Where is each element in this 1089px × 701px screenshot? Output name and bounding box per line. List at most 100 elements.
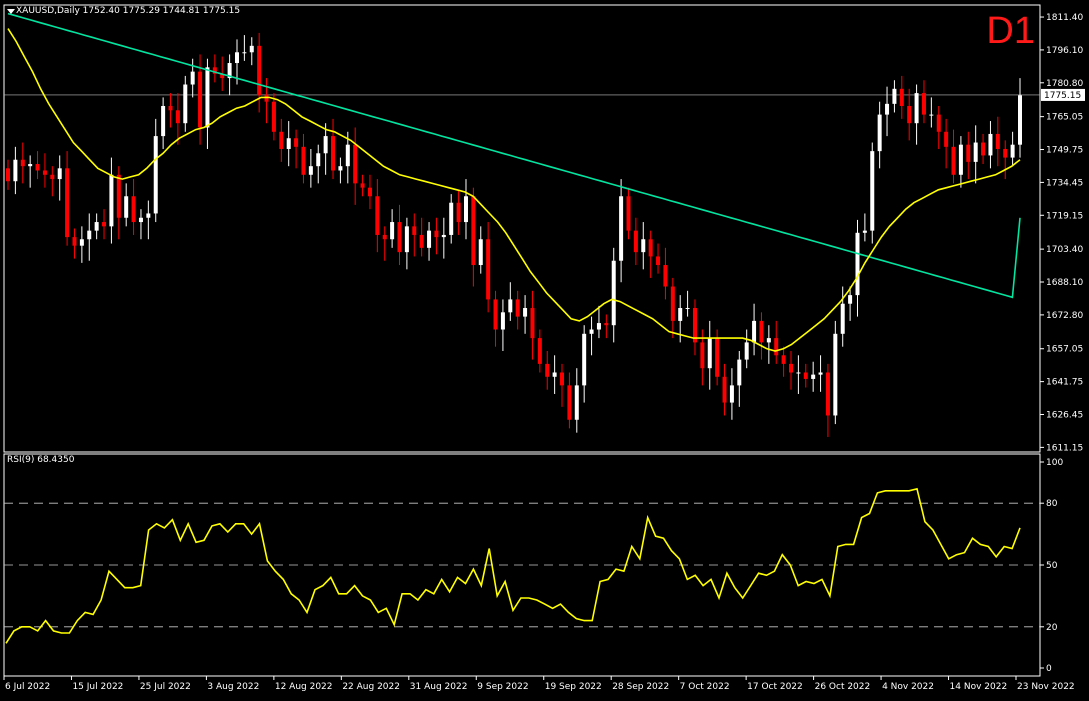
rsi-tick-label: 0 [1046,664,1052,674]
bull-candle [596,323,601,330]
bear-candle [72,237,77,246]
bear-candle [471,196,476,266]
bull-candle [109,174,114,227]
bull-candle [286,138,291,149]
bull-candle [914,93,919,124]
bear-candle [774,338,779,356]
bear-candle [921,93,926,115]
bear-candle [700,342,705,369]
chart-svg[interactable]: 1811.40 1796.10 1780.80 1765.05 1749.75 1734.… [0,0,1089,697]
bear-candle [116,174,121,218]
bear-candle [419,234,424,248]
date-tick-label: 7 Oct 2022 [680,682,730,692]
bull-candle [249,45,254,53]
bull-candle [449,202,454,235]
bull-candle [316,153,321,167]
date-tick-label: 6 Jul 2022 [5,682,50,692]
bear-candle [493,299,498,330]
bull-candle [153,136,158,214]
date-tick-label: 31 Aug 2022 [410,682,468,692]
bull-candle [500,312,505,330]
bull-candle [892,88,897,104]
bear-candle [759,320,764,343]
price-tick-label: 1626.45 [1046,410,1083,420]
bear-candle [670,286,675,321]
bull-candle [28,164,33,167]
bull-candle [611,260,616,326]
bull-candle [641,239,646,253]
bear-candle [271,101,276,132]
bull-candle [427,230,432,248]
bear-candle [382,234,387,240]
rsi-tick-label: 20 [1046,623,1058,633]
symbol-title: XAUUSD,Daily 1752.40 1775.29 1744.81 177… [16,6,241,16]
bull-candle [848,295,853,304]
bear-candle [803,372,808,379]
bull-candle [478,239,483,266]
bull-candle [589,329,594,334]
bear-candle [1003,148,1008,158]
bull-candle [988,133,993,156]
bear-candle [131,196,136,223]
bear-candle [825,372,830,416]
bull-candle [146,213,151,218]
bear-candle [936,114,941,132]
price-tick-label: 1811.40 [1046,13,1083,23]
price-tick-label: 1734.45 [1046,178,1083,188]
bear-candle [264,95,269,102]
bull-candle [183,84,188,124]
bull-candle [811,374,816,379]
price-tick-label: 1611.15 [1046,443,1083,453]
bull-candle [766,338,771,343]
bull-candle [885,103,890,115]
bear-candle [331,136,336,171]
bull-candle [161,106,166,137]
bear-candle [168,106,173,111]
price-tick-label: 1765.05 [1046,113,1083,123]
rsi-tick-label: 80 [1046,499,1058,509]
bear-candle [353,144,358,184]
bull-candle [752,320,757,343]
current-price-label: 1775.15 [1044,91,1081,101]
chart-window[interactable]: 1811.40 1796.10 1780.80 1765.05 1749.75 1734.… [0,0,1089,697]
bull-candle [552,372,557,377]
bear-candle [65,168,70,238]
bear-candle [626,196,631,231]
bear-candle [633,230,638,253]
bull-candle [574,385,579,420]
chart-menu-icon[interactable] [7,9,15,14]
bull-candle [929,114,934,116]
bull-candle [308,166,313,175]
bear-candle [434,230,439,238]
bear-candle [20,159,25,167]
bull-candle [833,333,838,416]
bull-candle [1018,95,1022,145]
date-tick-label: 9 Sep 2022 [477,682,528,692]
bear-candle [294,138,299,147]
bear-candle [995,133,1000,149]
date-tick-label: 14 Nov 2022 [950,682,1008,692]
bear-candle [715,338,720,377]
bull-candle [404,226,409,253]
price-tick-label: 1688.10 [1046,278,1083,288]
bear-candle [966,144,971,162]
bear-candle [899,88,904,107]
bull-candle [205,67,210,128]
date-tick-label: 19 Sep 2022 [545,682,602,692]
bear-candle [789,363,794,373]
bear-candle [944,131,949,147]
bear-candle [722,376,727,403]
date-tick-label: 23 Nov 2022 [1017,682,1075,692]
bull-candle [87,230,92,240]
bear-candle [102,222,107,227]
bear-candle [301,146,306,175]
bull-candle [818,372,823,375]
bull-candle [855,232,860,296]
bull-candle [862,230,867,233]
price-tick-label: 1657.05 [1046,345,1083,355]
bull-candle [234,52,239,64]
bull-candle [523,308,528,317]
bear-candle [515,299,520,317]
bear-candle [981,142,986,156]
bull-candle [958,144,963,175]
